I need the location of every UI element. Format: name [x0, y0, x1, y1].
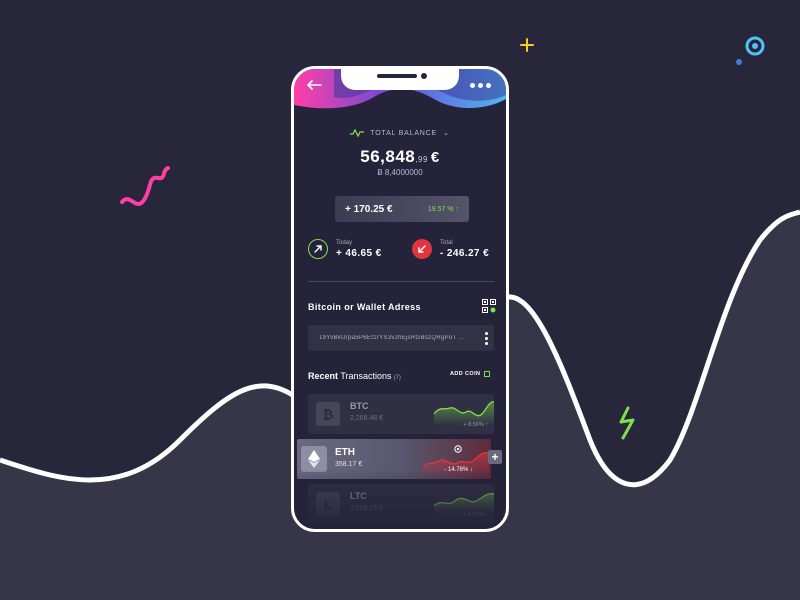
add-coin-label: ADD COIN [450, 371, 481, 377]
arrow-left-icon [307, 80, 322, 90]
target-icon [454, 445, 462, 453]
total-value: - 246.27 € [440, 247, 490, 259]
change-percent: 19.57 % [427, 205, 454, 213]
speaker [377, 74, 417, 78]
total-balance-label: TOTAL BALANCE [370, 129, 437, 137]
yellow-plus-icon [520, 38, 534, 52]
divider [308, 281, 494, 282]
recent-transactions-title: Recent Transactions (7) [308, 371, 401, 381]
qr-code-icon[interactable] [482, 299, 496, 313]
today-stat: Today + 46.65 € [308, 239, 382, 259]
total-stat: Total - 246.27 € [412, 239, 489, 259]
recent-title-bold: Recent [308, 371, 339, 381]
coin-card-ltc[interactable]: Ł LTC 1,058.16 € + 4.21% ↑ [308, 484, 494, 524]
coin-change: - 14.78% ↓ [444, 467, 473, 473]
arrow-up-right-icon [308, 239, 328, 259]
coin-card-btc[interactable]: ₿ BTC 2,268.48 € + 8.56% ↑ [308, 394, 494, 434]
bitcoin-icon: ₿ [316, 402, 340, 426]
coin-symbol: ETH [335, 447, 355, 458]
green-lightning-icon [619, 406, 635, 440]
camera [421, 73, 427, 79]
arrow-up-icon: ↑ [455, 205, 460, 213]
today-label: Today [336, 239, 353, 246]
change-box: + 170.25 € 19.57 % ↑ [335, 196, 469, 222]
coin-price: 358.17 € [335, 461, 363, 468]
change-percent-group: 19.57 % ↑ [428, 206, 459, 213]
wallet-title: Bitcoin or Wallet Adress [308, 302, 421, 312]
today-value: + 46.65 € [336, 247, 382, 259]
phone-frame: TOTAL BALANCE ⌄ 56,848,99 € Ƀ 8,4000000 +… [291, 66, 509, 532]
total-label: Total [440, 239, 453, 246]
add-coin-icon [484, 371, 491, 377]
wallet-address-field[interactable]: 19YvBkUrpa5P6Et1rYS3vJhEjsRGBszQRgPoT ..… [308, 325, 494, 351]
coin-price: 2,268.48 € [350, 415, 384, 422]
coin-change: + 4.21% ↑ [463, 512, 488, 518]
coin-price: 1,058.16 € [350, 505, 384, 512]
litecoin-icon: Ł [316, 492, 340, 516]
phone-notch [341, 69, 459, 90]
coin-card-eth[interactable]: ETH 358.17 € - 14.78% ↓ [297, 439, 491, 479]
change-amount: + 170.25 € [345, 203, 393, 215]
pink-squiggle-icon [120, 166, 170, 206]
more-dot [478, 83, 483, 88]
pulse-icon [350, 129, 365, 137]
recent-title-rest: Transactions [338, 371, 392, 381]
back-button[interactable] [306, 79, 322, 95]
wallet-address: 19YvBkUrpa5P6Et1rYS3vJhEjsRGBszQRgPoT ..… [319, 335, 465, 341]
chevron-down-icon: ⌄ [443, 130, 450, 137]
coin-symbol: BTC [350, 401, 369, 411]
ethereum-icon [301, 446, 327, 472]
btc-amount: Ƀ 8,4000000 [377, 168, 423, 177]
total-balance-selector[interactable]: TOTAL BALANCE ⌄ [294, 129, 506, 137]
balance-main: 56,848 [360, 147, 416, 166]
balance-amount: 56,848,99 € [294, 147, 506, 167]
arrow-down-left-icon [412, 239, 432, 259]
more-dots-icon [470, 83, 475, 88]
blue-dot-icon [752, 43, 758, 49]
coin-symbol: LTC [350, 491, 367, 501]
blue-small-dot-icon [736, 59, 742, 65]
transactions-count: (7) [393, 375, 401, 381]
balance-cents: ,99 [415, 155, 428, 164]
coin-change: + 8.56% ↑ [463, 422, 488, 428]
balance-currency: € [430, 149, 440, 166]
add-transaction-button[interactable]: + [488, 450, 502, 464]
add-coin-button[interactable]: ADD COIN [450, 371, 491, 377]
address-menu-icon[interactable] [485, 332, 488, 345]
phone-screen: TOTAL BALANCE ⌄ 56,848,99 € Ƀ 8,4000000 +… [294, 69, 506, 529]
more-button[interactable] [470, 83, 491, 88]
more-dot [486, 83, 491, 88]
